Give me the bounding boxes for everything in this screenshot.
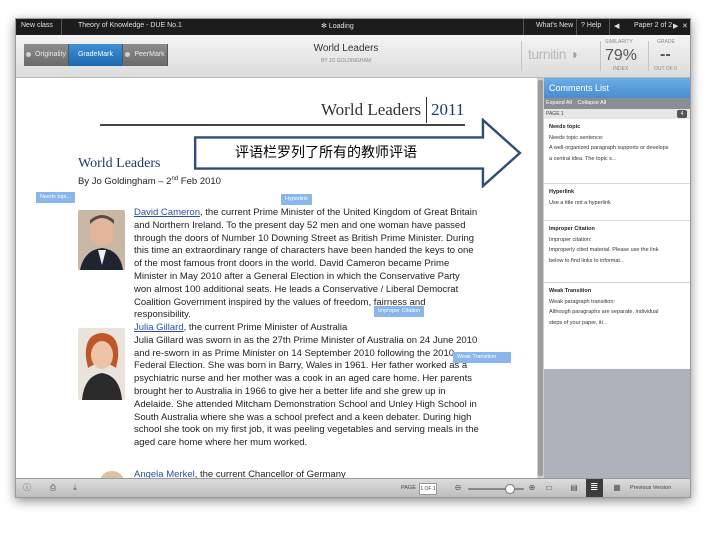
comments-panel-title: Comments List (544, 78, 690, 98)
grade-out-of: OUT OF 0 (654, 66, 677, 72)
comments-panel: Comments List Expand All Collapse All PA… (544, 78, 690, 478)
document-viewer[interactable]: World Leaders 2011 World Leaders By Jo G… (16, 78, 537, 478)
comments-count-badge: 4 (677, 110, 687, 118)
photo-angela-merkel (101, 471, 123, 478)
photo-julia-gillard (78, 328, 125, 400)
mode-originality[interactable]: Originality (24, 44, 69, 66)
peermark-icon (125, 51, 131, 57)
page-label: PAGE (401, 485, 416, 491)
document-title: World Leaders (313, 43, 379, 54)
paragraph-gillard: Julia Gillard, the current Prime Ministe… (134, 322, 479, 449)
comment-item[interactable]: Improper Citation Improper citation: Imp… (544, 221, 690, 283)
document-heading: World Leaders (78, 156, 161, 171)
collapse-all-button[interactable]: Collapse All (578, 100, 607, 106)
similarity-index-label: INDEX (613, 66, 629, 72)
comment-item[interactable]: Weak Transition Weak paragraph transitio… (544, 283, 690, 345)
comment-item[interactable]: Needs topic Needs topic sentence: A well… (544, 119, 690, 184)
mode-grademark[interactable]: GradeMark (69, 44, 123, 66)
link-julia-gillard[interactable]: Julia Gillard (134, 322, 184, 333)
info-icon[interactable]: ⓘ (22, 483, 32, 493)
help-icon: ? (581, 22, 585, 29)
turnitin-logo-icon: ◑ (566, 46, 578, 62)
expand-all-button[interactable]: Expand All (546, 100, 572, 106)
next-paper-icon[interactable]: ▶ (673, 22, 678, 30)
comment-icon[interactable]: ▤ (569, 483, 579, 493)
comments-list: Needs topic Needs topic sentence: A well… (544, 119, 690, 369)
comment-more-link[interactable]: ... (612, 156, 617, 162)
turnitin-logo: turnitin ◑ (528, 46, 578, 62)
comment-item[interactable]: Hyperlink Use a title not a hyperlink (544, 184, 690, 221)
comment-more-link[interactable]: ... (603, 320, 608, 326)
header: Originality GradeMark PeerMark World Lea… (16, 35, 690, 78)
similarity-value[interactable]: 79% (605, 47, 637, 65)
page-number-field[interactable]: 1 OF 1 (419, 483, 437, 495)
mode-switcher: Originality GradeMark PeerMark (24, 44, 168, 66)
grademark-window: New class Theory of Knowledge - DUE No.1… (15, 18, 691, 498)
callout-text: 评语栏罗列了所有的教师评语 (235, 145, 417, 161)
zoom-in-icon[interactable]: ⊕ (527, 483, 537, 493)
similarity-label: SIMILARITY (605, 39, 633, 45)
comments-tools: Expand All Collapse All (544, 98, 690, 109)
tag-needs-topic[interactable]: Needs topi... (36, 192, 75, 203)
comments-list-toggle[interactable]: ≣ (586, 479, 603, 497)
list-icon: ≣ (590, 482, 599, 493)
tag-hyperlink[interactable]: Hyperlink (281, 194, 312, 205)
tag-weak-transition[interactable]: Weak Transition (453, 352, 511, 363)
comments-page-header: PAGE 1 4 (544, 109, 690, 119)
prev-paper-icon[interactable]: ◀ (614, 22, 619, 30)
scrollbar-thumb[interactable] (538, 80, 543, 476)
document-header-title: World Leaders (321, 100, 422, 119)
tag-improper-citation[interactable]: Improper Citation (374, 306, 425, 317)
comment-more-link[interactable]: ... (620, 258, 625, 264)
grade-label: GRADE (657, 39, 675, 45)
help-link[interactable]: ? Help (581, 22, 601, 29)
originality-icon (25, 51, 31, 57)
new-class-link[interactable]: New class (21, 22, 53, 29)
fit-page-icon[interactable]: ▭ (544, 483, 554, 493)
breadcrumb[interactable]: Theory of Knowledge - DUE No.1 (78, 22, 182, 29)
document-scrollbar[interactable] (537, 78, 544, 478)
zoom-out-icon[interactable]: ⊖ (453, 483, 463, 493)
link-david-cameron[interactable]: David Cameron (134, 207, 200, 218)
download-icon[interactable]: ⤓ (70, 483, 80, 493)
document-author: BY JO GOLDINGHAM (321, 58, 371, 64)
paragraph-cameron: David Cameron, the current Prime Ministe… (134, 207, 478, 321)
mode-peermark[interactable]: PeerMark (123, 44, 168, 66)
paper-indicator: Paper 2 of 2 (634, 22, 673, 29)
zoom-slider[interactable] (468, 488, 524, 490)
zoom-slider-handle[interactable] (505, 484, 515, 494)
link-angela-merkel[interactable]: Angela Merkel (134, 469, 195, 478)
photo-david-cameron (78, 210, 125, 270)
loading-status: ✻ Loading (321, 23, 354, 30)
print-icon[interactable]: ⎙ (48, 483, 58, 493)
paragraph-merkel: Angela Merkel, the current Chancellor of… (134, 469, 346, 478)
grade-value[interactable]: -- (660, 46, 671, 64)
bottom-toolbar: ⓘ ⎙ ⤓ PAGE 1 OF 1 ⊖ ⊕ ▭ ▤ ≣ ▦ Previous V… (16, 478, 690, 497)
document-header-year: 2011 (431, 100, 465, 119)
rubric-icon[interactable]: ▦ (612, 483, 622, 493)
loading-icon: ✻ (321, 23, 327, 30)
top-bar: New class Theory of Knowledge - DUE No.1… (16, 19, 690, 35)
previous-version-link[interactable]: Previous Version (630, 485, 671, 491)
close-icon[interactable]: ✕ (682, 22, 688, 30)
whats-new-link[interactable]: What's New (536, 22, 573, 29)
